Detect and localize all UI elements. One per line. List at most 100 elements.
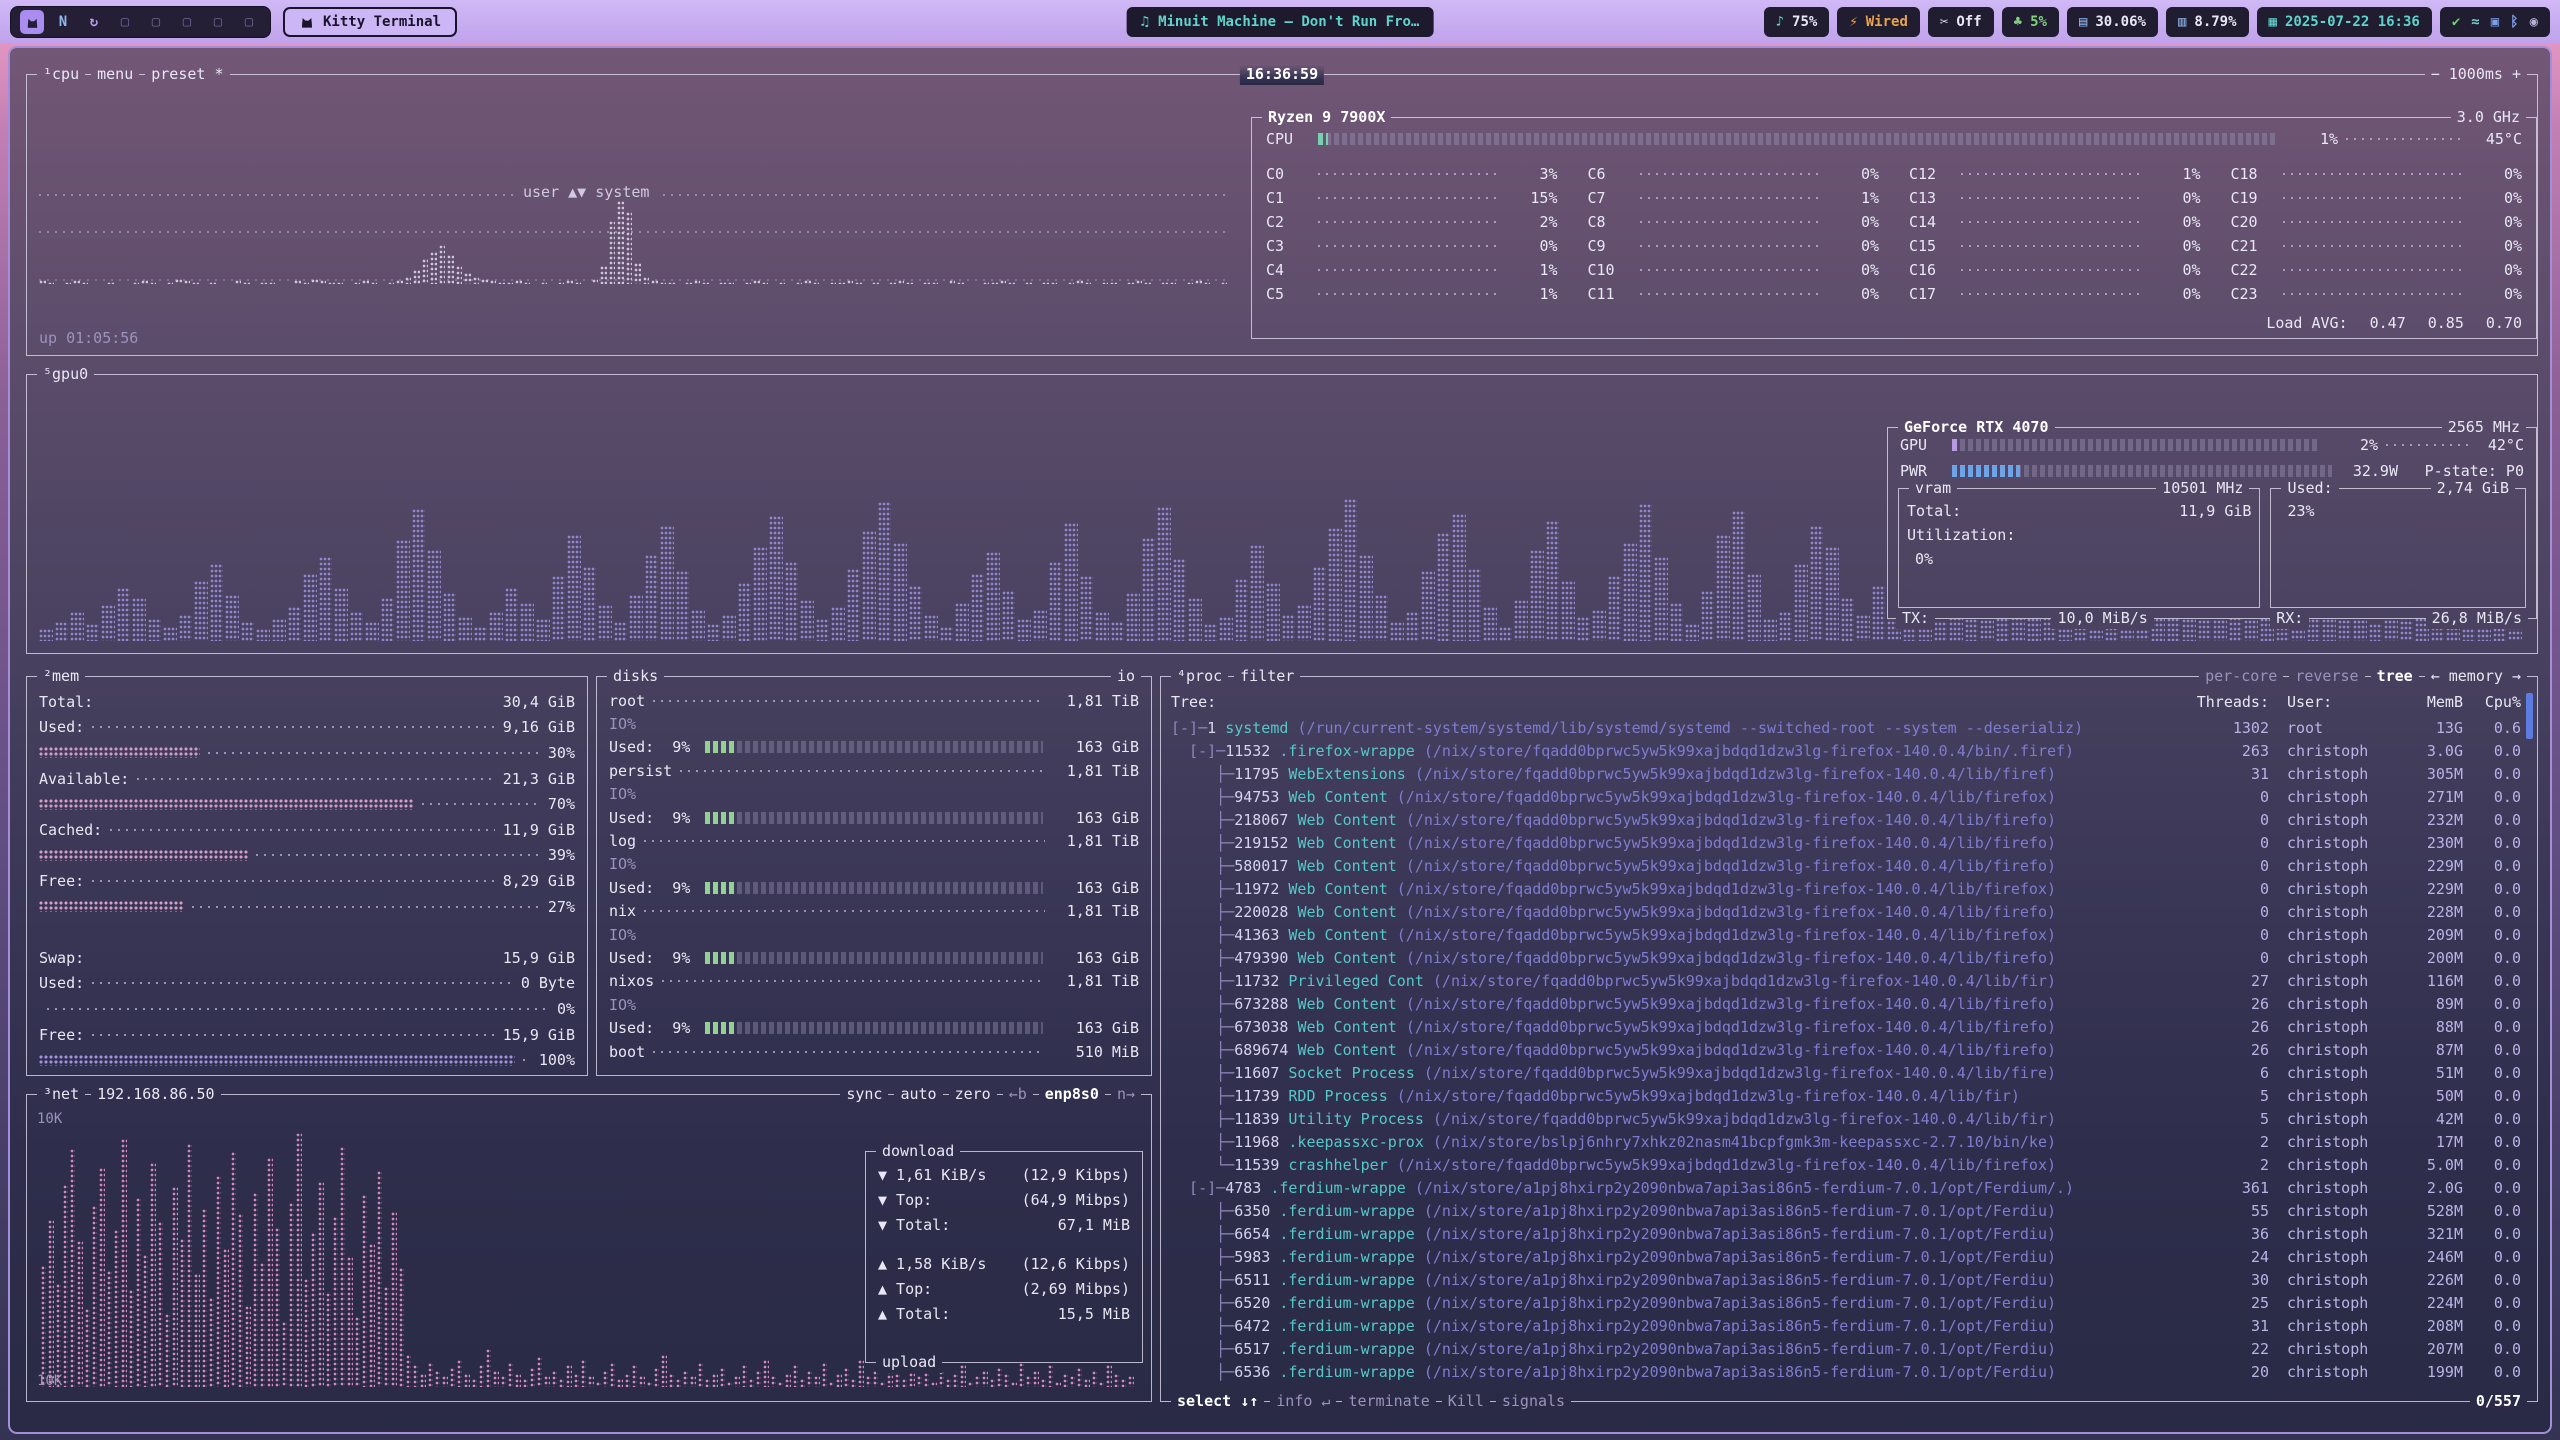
process-row[interactable]: ├─220028 Web Content (/nix/store/fqadd0b… [1161, 901, 2537, 924]
process-row[interactable]: ├─6517 .ferdium-wrappe (/nix/store/a1pj8… [1161, 1338, 2537, 1361]
process-row[interactable]: ├─6536 .ferdium-wrappe (/nix/store/a1pj8… [1161, 1361, 2537, 1383]
column-mem[interactable]: MemB [2391, 691, 2463, 714]
cpu-core-row: C71% [1588, 186, 1880, 210]
column-tree[interactable]: Tree: [1171, 691, 1216, 714]
proc-action-signals[interactable]: signals [1496, 1391, 1571, 1412]
process-cpu: 0.0 [2463, 924, 2521, 947]
process-row[interactable]: ├─11607 Socket Process (/nix/store/fqadd… [1161, 1062, 2537, 1085]
process-row[interactable]: ├─6350 .ferdium-wrappe (/nix/store/a1pj8… [1161, 1200, 2537, 1223]
process-row[interactable]: [-]─1 systemd (/run/current-system/syste… [1161, 717, 2537, 740]
power-icon[interactable]: ◉ [2530, 14, 2538, 30]
process-mem: 226M [2391, 1269, 2463, 1292]
process-threads: 0 [2185, 901, 2269, 924]
column-threads[interactable]: Threads: [2185, 691, 2269, 714]
proc-scrollbar[interactable] [2526, 693, 2533, 739]
dotted-leader [680, 770, 1045, 772]
network-panel-label[interactable]: ³net [37, 1084, 85, 1105]
proc-tab-tree[interactable]: tree [2371, 666, 2419, 687]
window-icon[interactable]: ▢ [175, 10, 199, 34]
process-row[interactable]: ├─11739 RDD Process (/nix/store/fqadd0bp… [1161, 1085, 2537, 1108]
process-name: systemd [1225, 717, 1297, 740]
process-row[interactable]: ├─11972 Web Content (/nix/store/fqadd0bp… [1161, 878, 2537, 901]
cpu-preset-button[interactable]: preset * [145, 64, 229, 85]
process-row[interactable]: ├─673038 Web Content (/nix/store/fqadd0b… [1161, 1016, 2537, 1039]
column-user[interactable]: User: [2269, 691, 2391, 714]
gpu-panel-label[interactable]: ⁵gpu0 [37, 364, 94, 385]
process-panel-label[interactable]: ⁴proc [1171, 666, 1228, 687]
process-row[interactable]: ├─6520 .ferdium-wrappe (/nix/store/a1pj8… [1161, 1292, 2537, 1315]
kitty-cat-icon[interactable] [20, 10, 44, 34]
process-row[interactable]: ├─689674 Web Content (/nix/store/fqadd0b… [1161, 1039, 2537, 1062]
disk-size: 1,81 TiB [1053, 692, 1139, 710]
net-button-sync[interactable]: sync [840, 1084, 888, 1105]
process-row[interactable]: ├─6472 .ferdium-wrappe (/nix/store/a1pj8… [1161, 1315, 2537, 1338]
proc-tab-per-core[interactable]: per-core [2199, 666, 2283, 687]
process-row[interactable]: ├─5983 .ferdium-wrappe (/nix/store/a1pj8… [1161, 1246, 2537, 1269]
disk-module[interactable]: ▥8.79% [2166, 7, 2249, 37]
process-row[interactable]: ├─479390 Web Content (/nix/store/fqadd0b… [1161, 947, 2537, 970]
proc-action-kill[interactable]: Kill [1442, 1391, 1490, 1412]
net-upload-top-value: (2,69 Mibps) [1022, 1280, 1130, 1298]
process-row[interactable]: ├─6511 .ferdium-wrappe (/nix/store/a1pj8… [1161, 1269, 2537, 1292]
process-row[interactable]: ├─218067 Web Content (/nix/store/fqadd0b… [1161, 809, 2537, 832]
proc-tab-reverse[interactable]: reverse [2289, 666, 2364, 687]
active-window-button[interactable]: Kitty Terminal [283, 7, 457, 37]
process-filter-button[interactable]: filter [1234, 666, 1300, 687]
process-row[interactable]: ├─11968 .keepassxc-prox (/nix/store/bslp… [1161, 1131, 2537, 1154]
net-button-b[interactable]: ←b [1003, 1084, 1033, 1105]
process-row[interactable]: ├─41363 Web Content (/nix/store/fqadd0bp… [1161, 924, 2537, 947]
proc-tab-memory[interactable]: ← memory → [2425, 666, 2527, 687]
vpn-check-icon[interactable]: ✔ [2452, 14, 2460, 30]
process-row[interactable]: ├─580017 Web Content (/nix/store/fqadd0b… [1161, 855, 2537, 878]
process-row[interactable]: ├─673288 Web Content (/nix/store/fqadd0b… [1161, 993, 2537, 1016]
process-row[interactable]: └─11539 crashhelper (/nix/store/fqadd0bp… [1161, 1154, 2537, 1177]
disks-panel-label[interactable]: disks [607, 666, 664, 687]
process-row[interactable]: ├─11795 WebExtensions (/nix/store/fqadd0… [1161, 763, 2537, 786]
cpu-menu-button[interactable]: menu [91, 64, 139, 85]
window-icon[interactable]: ▢ [206, 10, 230, 34]
net-button-zero[interactable]: zero [949, 1084, 997, 1105]
process-row[interactable]: ├─11839 Utility Process (/nix/store/fqad… [1161, 1108, 2537, 1131]
process-row[interactable]: ├─219152 Web Content (/nix/store/fqadd0b… [1161, 832, 2537, 855]
media-module[interactable]: ♫ Minuit Machine – Don't Run Fro… [1127, 7, 1434, 37]
disks-io-tab[interactable]: io [1111, 666, 1141, 687]
dotted-leader [2386, 444, 2470, 446]
idle-inhibitor-module[interactable]: ✂Off [1928, 7, 1994, 37]
network-module[interactable]: ⚡Wired [1837, 7, 1920, 37]
refresh-rate-control[interactable]: − 1000ms + [2425, 64, 2527, 85]
window-icon[interactable]: ▢ [113, 10, 137, 34]
process-row[interactable]: [-]─11532 .firefox-wrappe (/nix/store/fq… [1161, 740, 2537, 763]
gpu-usage-bar-fill [1952, 439, 1959, 451]
cpu-usage-module[interactable]: ♣5% [2002, 7, 2059, 37]
clock-module[interactable]: ▦2025-07-22 16:36 [2257, 7, 2432, 37]
proc-action-terminate[interactable]: terminate [1342, 1391, 1435, 1412]
process-cpu: 0.0 [2463, 878, 2521, 901]
memory-module[interactable]: ▤30.06% [2067, 7, 2158, 37]
cpu-panel-label[interactable]: ¹cpu [37, 64, 85, 85]
proc-action-select[interactable]: select ↓↑ [1171, 1391, 1264, 1412]
process-path: (/nix/store/a1pj8hxirp2y2090nbwa7api3asi… [1424, 1200, 2185, 1223]
process-threads: 2 [2185, 1154, 2269, 1177]
nixos-icon[interactable]: N [51, 10, 75, 34]
process-row[interactable]: ├─6654 .ferdium-wrappe (/nix/store/a1pj8… [1161, 1223, 2537, 1246]
process-mem: 230M [2391, 832, 2463, 855]
core-name: C12 [1909, 165, 1953, 183]
process-row[interactable]: ├─11732 Privileged Cont (/nix/store/fqad… [1161, 970, 2537, 993]
net-button-n[interactable]: n→ [1111, 1084, 1141, 1105]
net-button-enp8s0[interactable]: enp8s0 [1039, 1084, 1105, 1105]
network-tray-icon[interactable]: ≈ [2471, 14, 2479, 30]
column-cpu[interactable]: Cpu% [2463, 691, 2521, 714]
reload-icon[interactable]: ↻ [82, 10, 106, 34]
proc-action-info[interactable]: info ↵ [1270, 1391, 1336, 1412]
memory-panel-label[interactable]: ²mem [37, 666, 85, 687]
net-button-auto[interactable]: auto [894, 1084, 942, 1105]
network-icon: ⚡ [1849, 14, 1857, 30]
process-row[interactable]: ├─94753 Web Content (/nix/store/fqadd0bp… [1161, 786, 2537, 809]
process-row[interactable]: [-]─4783 .ferdium-wrappe (/nix/store/a1p… [1161, 1177, 2537, 1200]
window-icon[interactable]: ▢ [144, 10, 168, 34]
memory-row: 27% [39, 894, 575, 920]
bluetooth-icon[interactable]: ᛒ [2510, 14, 2518, 30]
window-icon[interactable]: ▢ [237, 10, 261, 34]
audio-module[interactable]: ♪75% [1764, 7, 1830, 37]
display-icon[interactable]: ▣ [2491, 14, 2499, 30]
